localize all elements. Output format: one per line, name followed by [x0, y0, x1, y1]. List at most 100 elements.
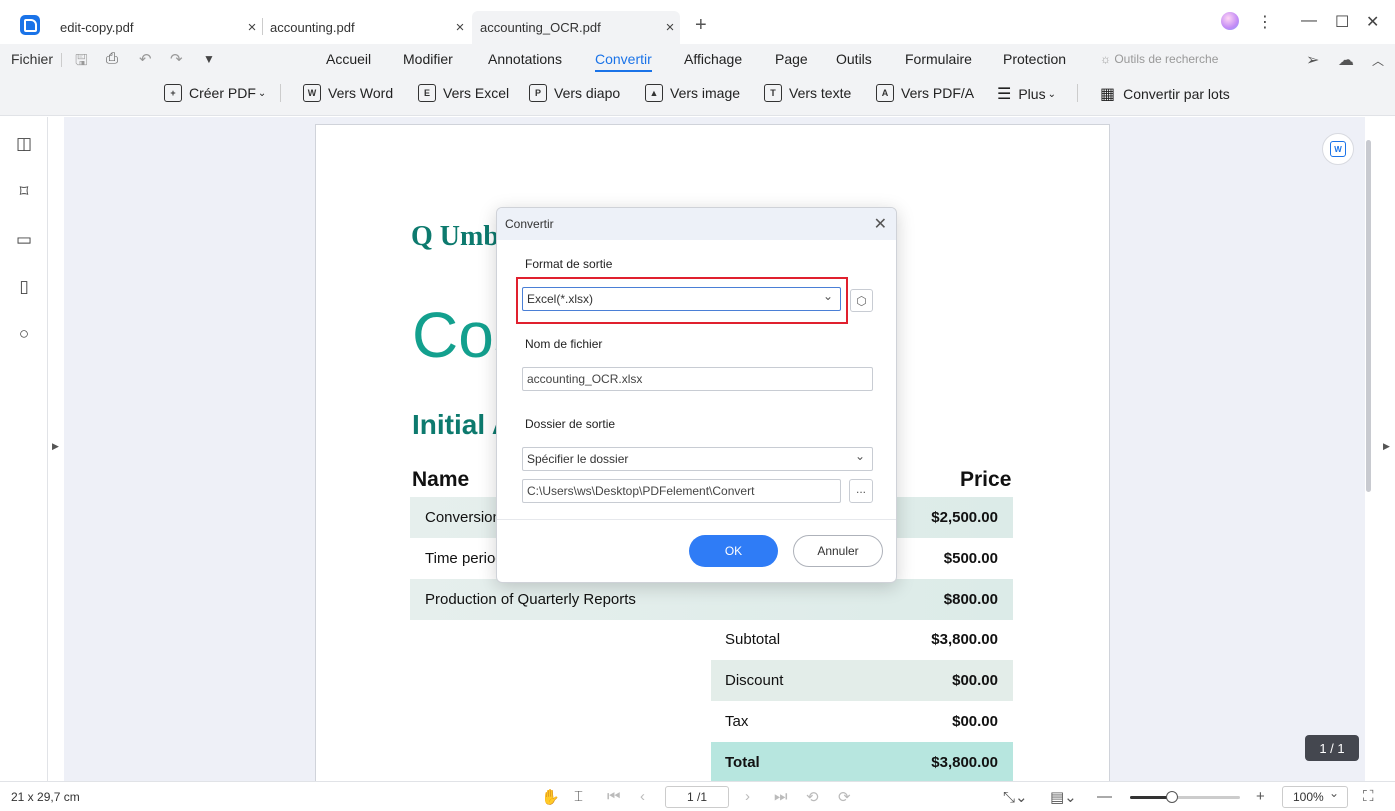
- ribbon-divider: [280, 84, 281, 102]
- cancel-button[interactable]: Annuler: [793, 535, 883, 567]
- output-format-select[interactable]: Excel(*.xlsx) ⌄: [522, 287, 841, 311]
- redo-icon[interactable]: ↷: [170, 50, 183, 68]
- new-tab-icon[interactable]: +: [695, 14, 707, 37]
- close-icon[interactable]: ✕: [874, 214, 887, 234]
- save-icon[interactable]: 🖫: [75, 50, 88, 75]
- zoom-select[interactable]: 100%: [1282, 783, 1348, 808]
- menu-affichage[interactable]: Affichage: [684, 51, 742, 67]
- to-excel-button[interactable]: E Vers Excel: [418, 84, 509, 102]
- ribbon-divider: [1077, 84, 1078, 102]
- send-icon[interactable]: ➢: [1306, 50, 1319, 70]
- summary-row-total: Total $3,800.00: [711, 742, 1013, 781]
- next-page-icon[interactable]: ›: [745, 788, 750, 805]
- menu-formulaire[interactable]: Formulaire: [905, 51, 972, 67]
- zoom-slider[interactable]: [1130, 796, 1240, 799]
- fit-mode-icon[interactable]: ⤡⌄: [1003, 788, 1028, 806]
- collapse-ribbon-icon[interactable]: ︿: [1372, 52, 1384, 69]
- excel-icon: E: [418, 84, 436, 102]
- summary-row-discount: Discount $00.00: [711, 660, 1013, 701]
- expand-left-panel-icon[interactable]: ▶: [52, 441, 59, 452]
- tab-edit-copy[interactable]: edit-copy.pdf ×: [52, 11, 262, 44]
- summary-label: Discount: [725, 672, 784, 689]
- comment-icon[interactable]: ▭: [14, 230, 34, 250]
- row-amount: $500.00: [943, 550, 998, 567]
- zoom-out-icon[interactable]: —: [1097, 788, 1112, 805]
- last-page-icon[interactable]: ⏭: [774, 788, 788, 805]
- summary-value: $3,800.00: [931, 631, 998, 648]
- zoom-slider-handle[interactable]: [1165, 791, 1178, 803]
- menu-outils[interactable]: Outils: [836, 51, 872, 67]
- maximize-icon[interactable]: ☐: [1335, 12, 1349, 32]
- first-page-icon[interactable]: ⏮: [607, 788, 621, 805]
- close-icon[interactable]: ×: [450, 19, 470, 36]
- chevron-down-icon: ⌄: [257, 87, 267, 99]
- search-tools[interactable]: ☼ Outils de recherche: [1100, 52, 1218, 66]
- to-text-label: Vers texte: [789, 85, 852, 101]
- batch-convert-button[interactable]: ▦ Convertir par lots: [1100, 84, 1230, 104]
- hand-tool-icon[interactable]: ✋: [541, 788, 560, 806]
- tab-label: accounting.pdf: [270, 20, 355, 35]
- rotate-right-icon[interactable]: ⟳: [838, 788, 851, 806]
- tab-accounting[interactable]: accounting.pdf ×: [262, 11, 470, 44]
- image-icon: ▲: [645, 84, 663, 102]
- thumbnails-icon[interactable]: ◫: [14, 134, 34, 154]
- gear-icon: ⬡: [856, 293, 867, 308]
- rotate-left-icon[interactable]: ⟲: [806, 788, 819, 806]
- browse-folder-button[interactable]: ...: [849, 479, 873, 503]
- fullscreen-icon[interactable]: ⛶: [1363, 788, 1374, 805]
- file-menu[interactable]: Fichier: [11, 51, 53, 67]
- status-bar: 21 x 29,7 cm ✋ ⌶ ⏮ ‹ 1 /1 › ⏭ ⟲ ⟳ ⤡⌄ ▤⌄ …: [0, 781, 1395, 811]
- menu-convertir[interactable]: Convertir: [595, 51, 652, 72]
- format-settings-button[interactable]: ⬡: [850, 289, 873, 312]
- more-button[interactable]: ☰ Plus ⌄: [997, 84, 1056, 104]
- ok-button[interactable]: OK: [689, 535, 778, 567]
- to-pdfa-button[interactable]: A Vers PDF/A: [876, 84, 974, 102]
- bookmark-icon[interactable]: ⌑: [14, 182, 34, 202]
- column-header-price: Price: [960, 468, 1012, 491]
- to-ppt-button[interactable]: P Vers diapo: [529, 84, 620, 102]
- zoom-in-icon[interactable]: +: [1256, 788, 1265, 805]
- tab-accounting-ocr[interactable]: accounting_OCR.pdf ×: [472, 11, 680, 44]
- dialog-title: Convertir: [505, 217, 554, 231]
- previous-page-icon[interactable]: ‹: [640, 788, 645, 805]
- select-tool-icon[interactable]: ⌶: [574, 788, 583, 805]
- search-icon[interactable]: ○: [14, 324, 34, 344]
- undo-icon[interactable]: ↶: [139, 50, 152, 68]
- convert-to-word-float-button[interactable]: W: [1322, 133, 1354, 165]
- to-image-button[interactable]: ▲ Vers image: [645, 84, 740, 102]
- window-close-icon[interactable]: ✕: [1366, 12, 1379, 32]
- doc-company-name: Q Umb: [411, 221, 499, 252]
- page-number-input[interactable]: 1 /1: [665, 786, 729, 808]
- lightbulb-icon: ☼: [1100, 52, 1111, 66]
- tab-label: accounting_OCR.pdf: [480, 20, 601, 35]
- output-format-label: Format de sortie: [525, 257, 613, 271]
- menu-annotations[interactable]: Annotations: [488, 51, 562, 67]
- menu-modifier[interactable]: Modifier: [403, 51, 453, 67]
- page-layout-icon[interactable]: ▤⌄: [1050, 788, 1077, 806]
- folder-mode-select[interactable]: Spécifier le dossier ⌄: [522, 447, 873, 471]
- cloud-upload-icon[interactable]: ☁: [1338, 50, 1354, 70]
- more-options-icon[interactable]: ⋮: [1257, 12, 1273, 32]
- menu-accueil[interactable]: Accueil: [326, 51, 371, 67]
- print-icon[interactable]: ⎙: [106, 50, 118, 67]
- vertical-scrollbar[interactable]: [1366, 140, 1371, 492]
- column-header-name: Name: [412, 468, 470, 491]
- minimize-icon[interactable]: —: [1301, 12, 1317, 30]
- folder-path-input[interactable]: C:\Users\ws\Desktop\PDFelement\Convert: [522, 479, 841, 503]
- attachment-icon[interactable]: ▯: [14, 277, 34, 297]
- filename-input[interactable]: accounting_OCR.xlsx: [522, 367, 873, 391]
- avatar[interactable]: [1221, 12, 1239, 30]
- expand-right-panel-icon[interactable]: ▶: [1383, 441, 1390, 452]
- create-pdf-button[interactable]: + Créer PDF ⌄: [164, 84, 266, 102]
- menu-page[interactable]: Page: [775, 51, 808, 67]
- batch-icon: ▦: [1100, 86, 1116, 103]
- menu-protection[interactable]: Protection: [1003, 51, 1066, 67]
- summary-value: $3,800.00: [931, 754, 998, 771]
- to-text-button[interactable]: T Vers texte: [764, 84, 851, 102]
- summary-label: Total: [725, 754, 760, 771]
- close-icon[interactable]: ×: [242, 19, 262, 36]
- powerpoint-icon: P: [529, 84, 547, 102]
- close-icon[interactable]: ×: [660, 19, 680, 36]
- to-word-button[interactable]: W Vers Word: [303, 84, 393, 102]
- customize-dropdown-icon[interactable]: ▼: [203, 52, 215, 66]
